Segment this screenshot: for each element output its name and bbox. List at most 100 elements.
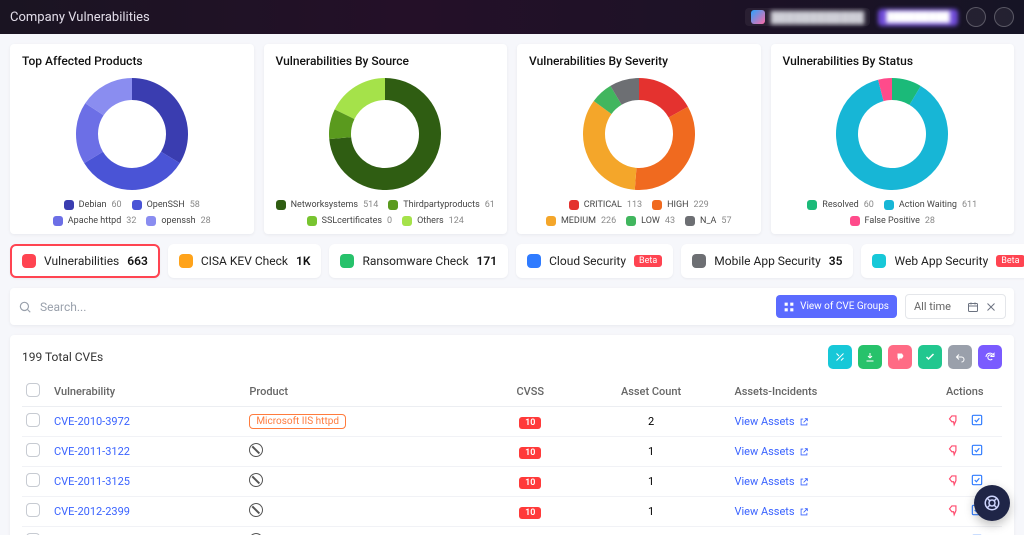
thumbs-down-icon[interactable]: [946, 443, 960, 460]
chart-card: Vulnerabilities By Severity CRITICAL113H…: [517, 44, 761, 234]
legend-count: 113: [627, 200, 642, 210]
shuffle-button[interactable]: [828, 345, 852, 369]
cve-link[interactable]: CVE-2012-2399: [54, 505, 130, 518]
legend-count: 60: [864, 200, 874, 210]
undo-button[interactable]: [948, 345, 972, 369]
edit-check-icon[interactable]: [970, 443, 984, 460]
legend-item[interactable]: Debian60: [64, 200, 122, 210]
row-checkbox[interactable]: [26, 503, 40, 517]
legend-item[interactable]: Apache httpd32: [53, 216, 137, 226]
legend-item[interactable]: Resolved60: [807, 200, 874, 210]
view-assets-link[interactable]: View Assets: [734, 415, 808, 428]
tab-color-icon: [872, 254, 886, 268]
donut-wrap: [22, 74, 242, 194]
legend-item[interactable]: Action Waiting611: [884, 200, 977, 210]
view-cve-groups-button[interactable]: View of CVE Groups: [776, 295, 897, 318]
row-checkbox[interactable]: [26, 413, 40, 427]
table-row: CVE-2011-3125 10 1 View Assets: [22, 467, 1002, 497]
legend-count: 226: [601, 216, 616, 226]
col-cvss[interactable]: CVSS: [489, 377, 572, 407]
close-icon[interactable]: [985, 301, 997, 313]
tab-count: 35: [829, 254, 843, 268]
legend-item[interactable]: Networksystems514: [276, 200, 379, 210]
legend-item[interactable]: LOW43: [626, 216, 675, 226]
date-filter[interactable]: All time: [905, 294, 1006, 319]
legend-item[interactable]: MEDIUM 226: [546, 216, 616, 226]
cve-link[interactable]: CVE-2010-3972: [54, 415, 130, 428]
col-assets-incidents[interactable]: Assets-Incidents: [730, 377, 942, 407]
table-row: CVE-2012-2399 10 1 View Assets: [22, 497, 1002, 527]
header-cta-button[interactable]: █████████: [878, 9, 958, 26]
row-checkbox[interactable]: [26, 443, 40, 457]
legend: CRITICAL113 HIGH229 MEDIUM 226 LOW43 N_A57: [529, 200, 749, 226]
bulk-action-buttons: [828, 345, 1002, 369]
category-tab[interactable]: Vulnerabilities 663: [10, 244, 160, 278]
legend-item[interactable]: OpenSSH58: [132, 200, 200, 210]
table-header-bar: 199 Total CVEs: [22, 345, 1002, 369]
legend-item[interactable]: CRITICAL113: [569, 200, 642, 210]
asset-count: 1: [572, 437, 731, 467]
legend-count: 61: [485, 200, 495, 210]
topbar: Company Vulnerabilities ████████████ ███…: [0, 0, 1024, 34]
search-placeholder: Search...: [40, 300, 86, 314]
legend-item[interactable]: Thirdpartyproducts61: [388, 200, 495, 210]
edit-check-icon[interactable]: [970, 413, 984, 430]
none-icon: [249, 473, 263, 487]
category-tab[interactable]: Web App Security Beta: [861, 244, 1024, 278]
download-button[interactable]: [858, 345, 882, 369]
col-asset-count[interactable]: Asset Count: [572, 377, 731, 407]
account-label: ████████████: [771, 11, 865, 24]
legend-swatch: [850, 216, 860, 226]
legend-item[interactable]: False Positive28: [850, 216, 935, 226]
legend-item[interactable]: HIGH229: [652, 200, 709, 210]
col-product[interactable]: Product: [245, 377, 489, 407]
donut-wrap: [529, 74, 749, 194]
total-count-label: 199 Total CVEs: [22, 350, 103, 364]
legend-label: LOW: [641, 216, 660, 226]
legend-item[interactable]: Others124: [402, 216, 464, 226]
donut-chart: [72, 74, 192, 194]
category-tab[interactable]: Ransomware Check 171: [329, 244, 508, 278]
lifebuoy-icon: [983, 494, 1001, 512]
category-tab[interactable]: Cloud Security Beta: [516, 244, 673, 278]
thumbs-down-icon[interactable]: [946, 503, 960, 520]
legend-swatch: [884, 200, 894, 210]
search-input[interactable]: Search...: [18, 300, 768, 314]
support-fab[interactable]: [974, 485, 1010, 521]
product-tag[interactable]: Microsoft IIS httpd: [249, 414, 346, 429]
cve-link[interactable]: CVE-2011-3125: [54, 475, 130, 488]
legend-item[interactable]: N_A57: [685, 216, 731, 226]
select-all-checkbox[interactable]: [26, 383, 40, 397]
view-assets-link[interactable]: View Assets: [734, 445, 808, 458]
cvss-badge: 10: [519, 447, 541, 459]
category-tab[interactable]: Mobile App Security 35: [681, 244, 853, 278]
tab-label: Mobile App Security: [714, 254, 821, 268]
legend-count: 229: [694, 200, 709, 210]
approve-button[interactable]: [918, 345, 942, 369]
legend-swatch: [626, 216, 636, 226]
legend-item[interactable]: SSLcertificates0: [307, 216, 392, 226]
refresh-button[interactable]: [978, 345, 1002, 369]
thumbs-down-icon[interactable]: [946, 413, 960, 430]
row-checkbox[interactable]: [26, 473, 40, 487]
thumbs-down-button[interactable]: [888, 345, 912, 369]
legend-swatch: [53, 216, 63, 226]
account-chip[interactable]: ████████████: [745, 8, 871, 26]
legend-label: MEDIUM: [561, 216, 596, 226]
tab-label: CISA KEV Check: [201, 254, 288, 268]
thumbs-down-icon[interactable]: [946, 473, 960, 490]
avatar[interactable]: [966, 7, 986, 27]
category-tab[interactable]: CISA KEV Check 1K: [168, 244, 322, 278]
tab-label: Ransomware Check: [362, 254, 468, 268]
legend-item[interactable]: openssh28: [146, 216, 210, 226]
legend-swatch: [276, 200, 286, 210]
legend: Networksystems514 Thirdpartyproducts61 SSL…: [276, 200, 496, 226]
cve-link[interactable]: CVE-2011-3122: [54, 445, 130, 458]
view-assets-link[interactable]: View Assets: [734, 475, 808, 488]
cve-table: Vulnerability Product CVSS Asset Count A…: [22, 377, 1002, 535]
col-vulnerability[interactable]: Vulnerability: [50, 377, 245, 407]
table-body: CVE-2010-3972 Microsoft IIS httpd 10 2 V…: [22, 407, 1002, 535]
asset-count: 2: [572, 407, 731, 437]
avatar[interactable]: [994, 7, 1014, 27]
view-assets-link[interactable]: View Assets: [734, 505, 808, 518]
